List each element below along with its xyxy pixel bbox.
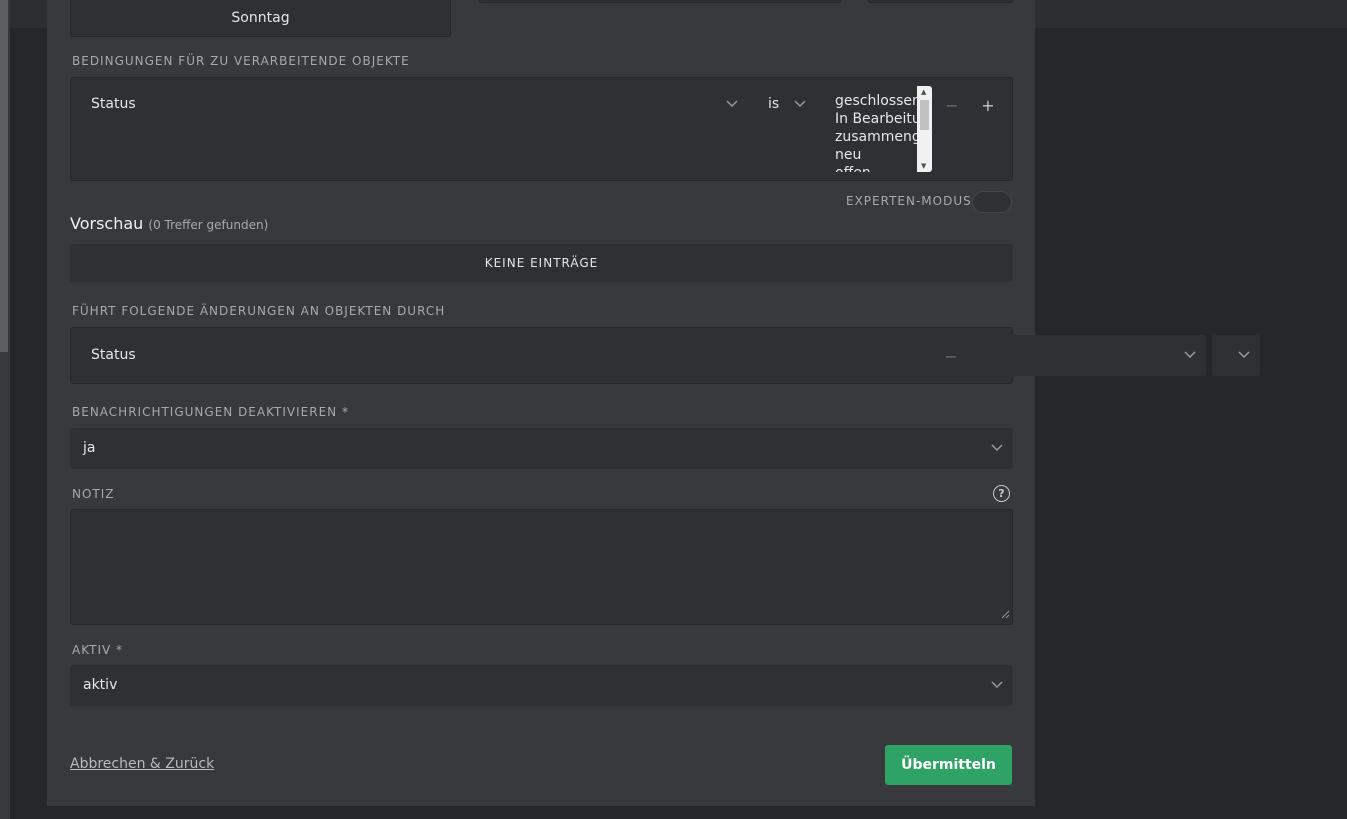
condition-attribute-select[interactable]: Status	[78, 85, 748, 125]
minus-icon: −	[944, 346, 958, 366]
preview-result-box: KEINE EINTRÄGE	[70, 244, 1013, 282]
chevron-down-icon	[991, 681, 1003, 691]
active-label: AKTIV *	[72, 643, 124, 657]
cancel-back-link[interactable]: Abbrechen & Zurück	[70, 756, 214, 772]
action-value-select[interactable]	[971, 335, 1206, 376]
chevron-down-icon	[1184, 351, 1196, 361]
note-label: NOTIZ	[72, 487, 115, 501]
left-scroll-marker	[0, 0, 8, 352]
resize-handle-icon[interactable]	[1001, 604, 1010, 623]
conditions-box: Status is geschlossen In Bearbeitung zus…	[70, 77, 1013, 181]
time-field-row[interactable]	[479, 0, 841, 3]
condition-values-listbox[interactable]: geschlossen In Bearbeitung zusammengefüh…	[820, 86, 932, 172]
day-button-label: Sonntag	[231, 9, 290, 26]
action-attribute-value: Status	[91, 347, 136, 363]
notifications-select[interactable]: ja	[70, 428, 1013, 469]
scroll-down-icon[interactable]: ▼	[921, 162, 926, 170]
preview-empty-text: KEINE EINTRÄGE	[484, 256, 599, 270]
active-value: aktiv	[83, 677, 118, 693]
chevron-down-icon	[794, 100, 806, 110]
actions-label: FÜHRT FOLGENDE ÄNDERUNGEN AN OBJEKTEN DU…	[72, 304, 446, 318]
notifications-value: ja	[83, 440, 96, 456]
condition-operator-value: is	[768, 96, 780, 112]
modal-dialog: Sonntag BEDINGUNGEN FÜR ZU VERARBEITENDE…	[47, 0, 1260, 806]
remove-action-button[interactable]: −	[937, 342, 965, 370]
day-button-sunday[interactable]: Sonntag	[70, 0, 451, 37]
preview-count: (0 Treffer gefunden)	[148, 218, 269, 232]
scrollbar-thumb[interactable]	[920, 100, 929, 130]
action-extra-select[interactable]	[1212, 335, 1260, 376]
time-field-extra[interactable]	[868, 0, 1013, 3]
add-condition-button[interactable]: +	[974, 91, 1002, 119]
minus-icon: −	[945, 95, 959, 115]
notifications-label: BENACHRICHTIGUNGEN DEAKTIVIEREN *	[72, 405, 349, 419]
remove-condition-button[interactable]: −	[938, 91, 966, 119]
chevron-down-icon	[726, 100, 738, 110]
condition-attribute-value: Status	[91, 96, 136, 112]
conditions-label: BEDINGUNGEN FÜR ZU VERARBEITENDE OBJEKTE	[72, 54, 410, 68]
listbox-scrollbar[interactable]: ▲ ▼	[917, 86, 932, 172]
help-icon[interactable]: ?	[993, 485, 1010, 502]
chevron-down-icon	[991, 444, 1003, 454]
condition-operator-select[interactable]: is	[756, 85, 814, 125]
note-textarea[interactable]	[70, 509, 1013, 625]
submit-button[interactable]: Übermitteln	[885, 745, 1012, 785]
chevron-down-icon	[1238, 351, 1250, 361]
scroll-up-icon[interactable]: ▲	[921, 88, 926, 96]
left-edge	[0, 0, 10, 819]
plus-icon: +	[981, 95, 995, 115]
expert-mode-toggle[interactable]	[972, 191, 1012, 213]
expert-mode-label: EXPERTEN-MODUS	[846, 194, 972, 208]
preview-title: Vorschau	[70, 214, 144, 233]
active-select[interactable]: aktiv	[70, 665, 1013, 706]
preview-heading: Vorschau (0 Treffer gefunden)	[70, 214, 268, 233]
